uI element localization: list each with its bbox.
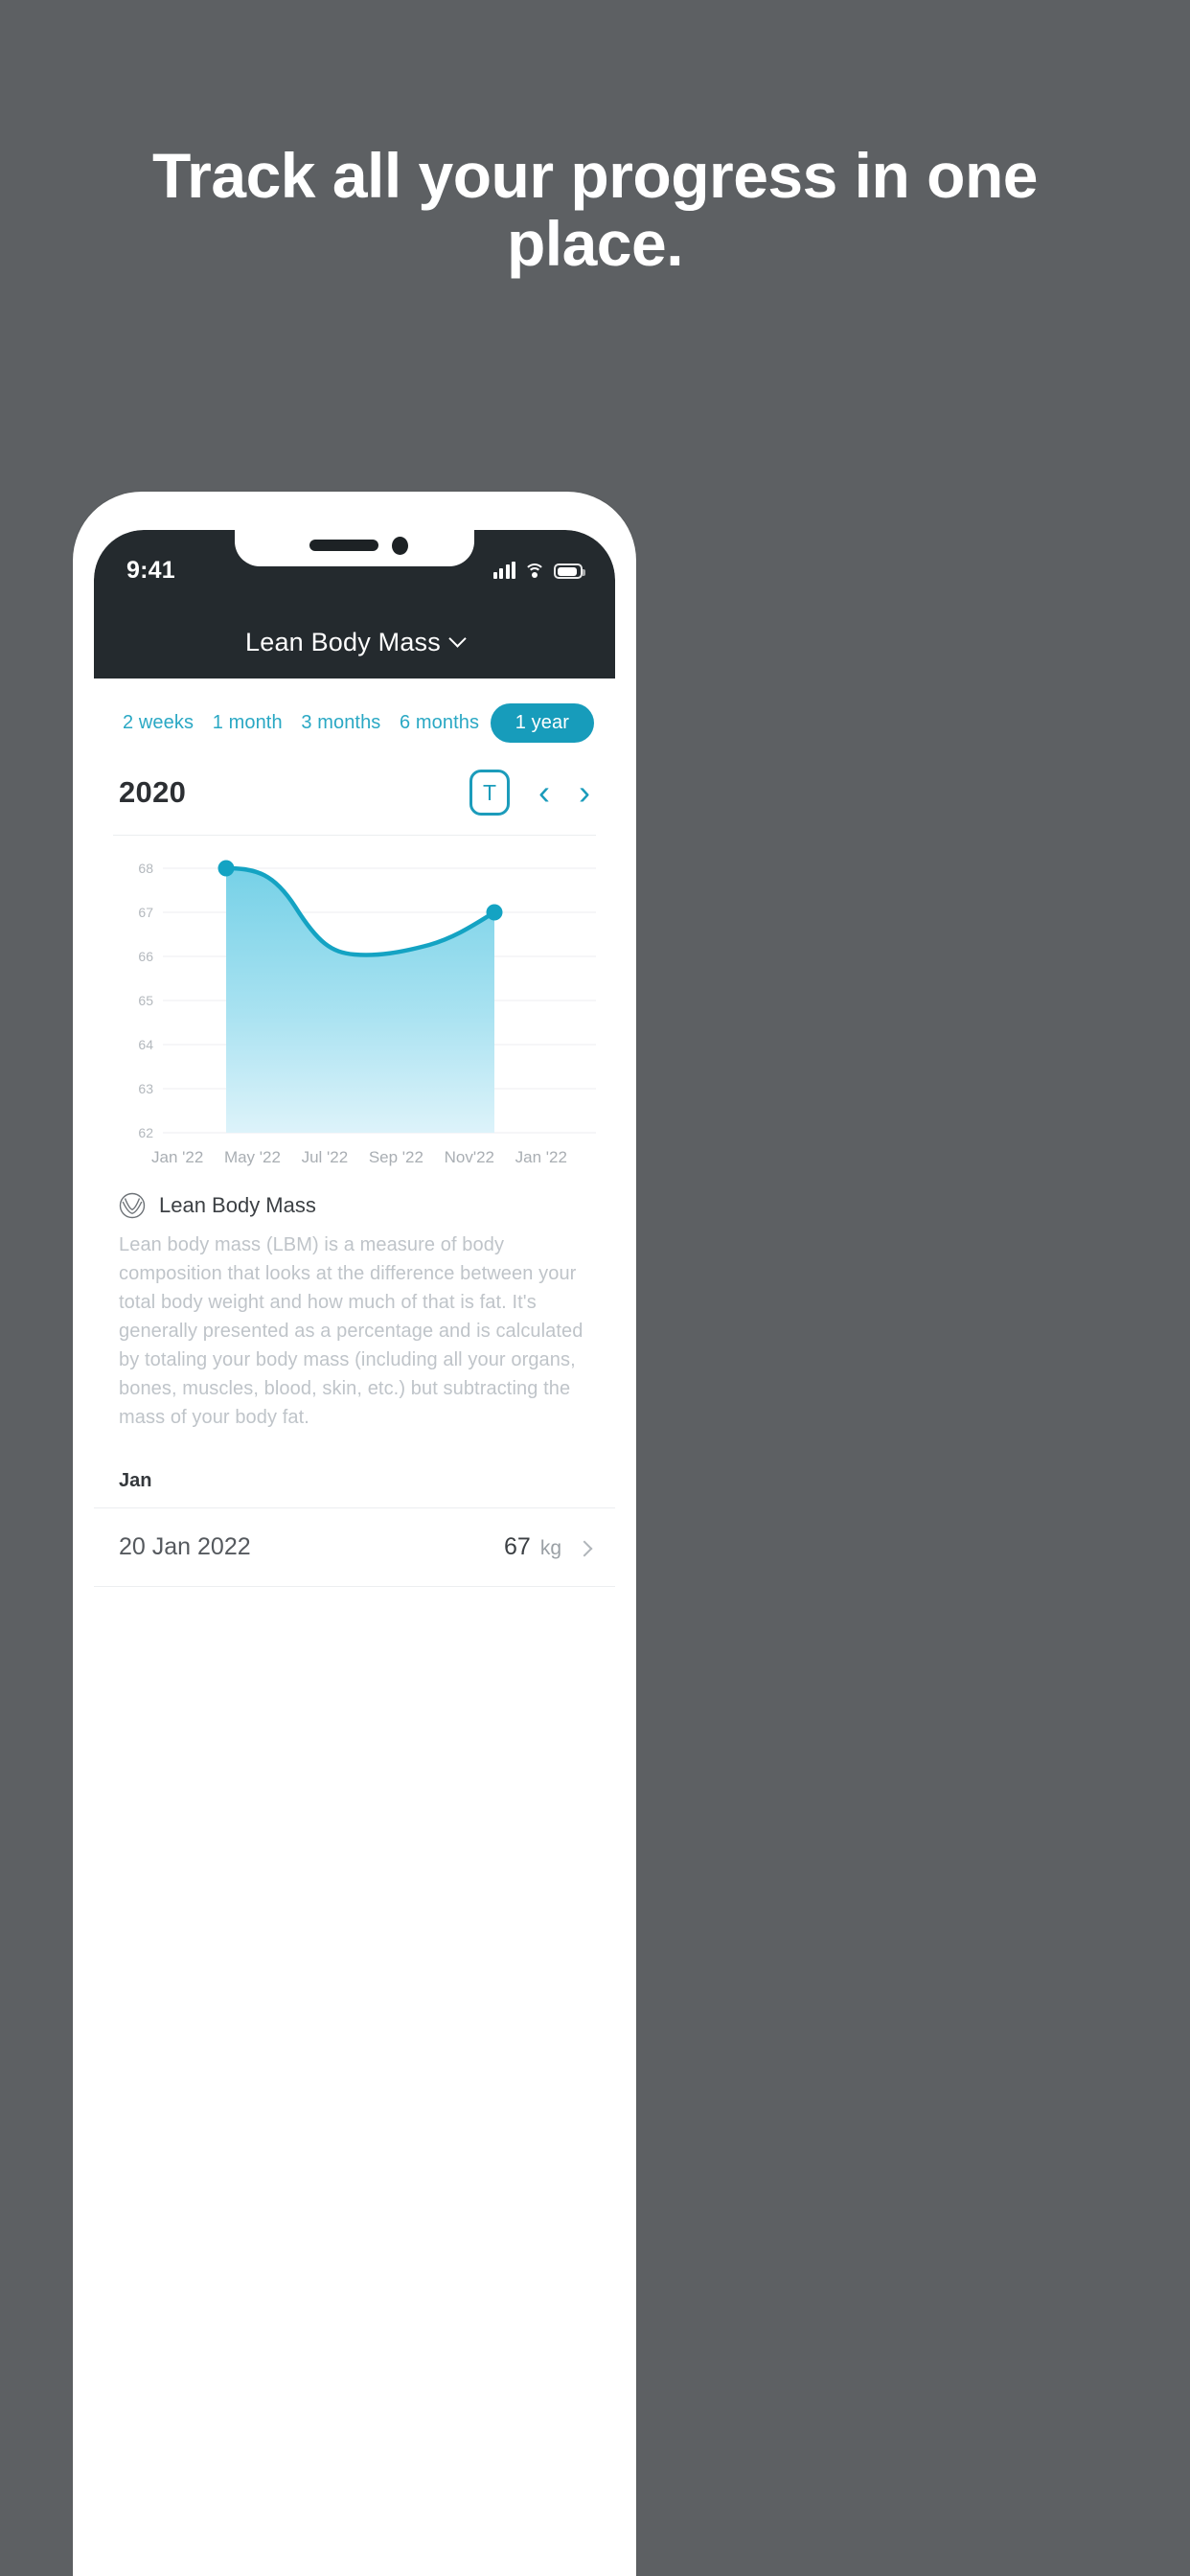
chart-point-end [486,904,503,921]
year-controls: T ‹ › [469,770,590,816]
lean-body-mass-icon [119,1192,146,1219]
svg-text:64: 64 [138,1037,153,1052]
range-tab-3-months[interactable]: 3 months [293,703,388,743]
x-tick: Jan '22 [151,1148,204,1166]
svg-text:62: 62 [138,1125,153,1140]
x-tick: Jan '22 [515,1148,567,1166]
list-item-unit: kg [539,1537,561,1559]
description-text: Lean body mass (LBM) is a measure of bod… [119,1234,584,1428]
svg-text:63: 63 [138,1081,153,1096]
range-tab-6-months[interactable]: 6 months [392,703,487,743]
nav-title[interactable]: Lean Body Mass [94,628,615,657]
status-bar: 9:41 [94,551,615,589]
wifi-icon [524,563,545,579]
range-tab-1-year[interactable]: 1 year [490,703,594,743]
range-tab-2-weeks[interactable]: 2 weeks [115,703,201,743]
svg-text:68: 68 [138,861,153,876]
year-label: 2020 [119,775,187,809]
status-icons [492,562,585,579]
year-bar: 2020 T ‹ › [94,760,615,835]
chart-point-start [217,860,235,877]
range-tabs: 2 weeks 1 month 3 months 6 months 1 year [94,678,615,760]
list-item-value: 67 [504,1533,531,1560]
chevron-right-icon[interactable] [576,1540,593,1557]
chart-y-ticks: 68 67 66 65 64 63 62 [138,861,153,1140]
x-tick: Sep '22 [368,1148,423,1166]
svg-text:65: 65 [138,993,153,1008]
chart-x-ticks: Jan '22 May '22 Jul '22 Sep '22 Nov'22 J… [113,1140,596,1167]
list-item-value-group: 67 kg [504,1533,593,1561]
chevron-down-icon[interactable] [448,630,467,648]
chart-svg: 68 67 66 65 64 63 62 [138,860,596,1140]
svg-text:67: 67 [138,905,153,920]
promo-page: Track all your progress in one place. 9:… [0,0,1190,2576]
x-tick: Nov'22 [444,1148,494,1166]
nav-title-label: Lean Body Mass [245,628,441,656]
range-tab-1-month[interactable]: 1 month [205,703,290,743]
today-button[interactable]: T [469,770,510,816]
status-time: 9:41 [126,556,175,584]
x-tick: Jul '22 [301,1148,349,1166]
row-separator [94,1586,615,1587]
app-navbar: 9:41 Lean Body Mass [94,530,615,678]
phone-mockup: 9:41 Lean Body Mass 2 weeks 1 month 3 mo… [73,492,636,2576]
list-section-header: Jan [119,1470,152,1491]
chart-legend: Lean Body Mass [94,1171,615,1219]
list-item-date: 20 Jan 2022 [119,1533,251,1560]
chart-area-fill [226,868,494,1133]
promo-headline: Track all your progress in one place. [152,140,1039,280]
legend-label: Lean Body Mass [159,1193,316,1217]
cellular-signal-icon [492,562,515,579]
previous-period-button[interactable]: ‹ [538,775,550,810]
lean-body-mass-chart[interactable]: 68 67 66 65 64 63 62 [113,853,596,1140]
battery-icon [554,564,585,579]
next-period-button[interactable]: › [579,775,590,810]
speaker-icon [309,540,378,551]
list-item[interactable]: 20 Jan 2022 67 kg [94,1508,615,1586]
app-content: 2 weeks 1 month 3 months 6 months 1 year… [94,678,615,2576]
svg-text:66: 66 [138,949,153,964]
phone-screen: 9:41 Lean Body Mass 2 weeks 1 month 3 mo… [94,530,615,2576]
x-tick: May '22 [223,1148,281,1166]
chart-container: 68 67 66 65 64 63 62 Jan '22 May '22 Jul… [94,836,615,1171]
